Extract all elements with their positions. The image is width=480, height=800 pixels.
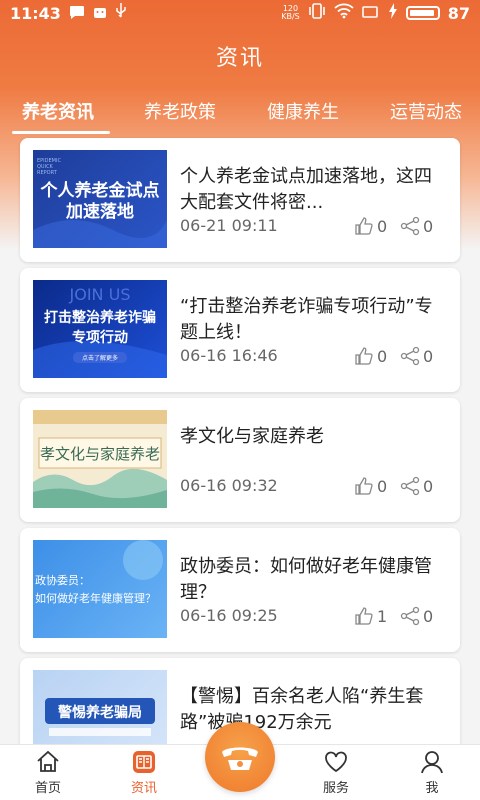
- tab-elderly-policy[interactable]: 养老政策: [144, 94, 216, 128]
- article-date: 06-16 09:32: [180, 476, 278, 495]
- article-title: 孝文化与家庭养老: [180, 426, 324, 447]
- message-icon: [69, 4, 85, 23]
- article-card[interactable]: EPIDEMIC QUICK REPORT 个人养老金试点 加速落地 个人养老金…: [20, 138, 460, 262]
- status-bar: 11:43 120 KB/S 87: [0, 0, 480, 26]
- screen-icon: [361, 4, 380, 23]
- article-thumbnail: 政协委员： 如何做好老年健康管理？: [33, 540, 167, 638]
- status-time: 11:43: [10, 3, 61, 23]
- svg-text:加速落地: 加速落地: [65, 201, 134, 222]
- thumbs-up-icon: [355, 347, 373, 365]
- news-icon: [133, 751, 155, 773]
- svg-text:点击了解更多: 点击了解更多: [82, 354, 118, 362]
- nav-news-label: 资讯: [130, 781, 157, 796]
- share-button[interactable]: 0: [400, 476, 433, 496]
- article-card[interactable]: JOIN US 打击整治养老诈骗 专项行动 点击了解更多 “打击整治养老诈骗专项…: [20, 268, 460, 392]
- like-count: 0: [377, 476, 388, 496]
- share-button[interactable]: 0: [400, 216, 433, 236]
- share-icon: [400, 476, 420, 496]
- article-title: “打击整治养老诈骗专项行动”专题上线！: [180, 296, 433, 343]
- thumbs-up-icon: [355, 217, 373, 235]
- share-button[interactable]: 0: [400, 346, 433, 366]
- share-count: 0: [423, 476, 434, 496]
- article-card[interactable]: 政协委员： 如何做好老年健康管理？ 政协委员：如何做好老年健康管理？ 06-16…: [20, 528, 460, 652]
- nav-home-label: 首页: [34, 781, 61, 796]
- article-card[interactable]: 孝文化与家庭养老 孝文化与家庭养老 06-16 09:32 0 0: [20, 398, 460, 522]
- svg-text:孝文化与家庭养老: 孝文化与家庭养老: [40, 445, 160, 463]
- thumbs-up-icon: [355, 477, 373, 495]
- like-count: 0: [377, 216, 388, 236]
- like-count: 0: [377, 346, 388, 366]
- share-count: 0: [423, 606, 434, 626]
- home-icon: [37, 750, 59, 772]
- person-icon: [421, 751, 443, 774]
- article-date: 06-16 09:25: [180, 606, 278, 625]
- like-button[interactable]: 0: [354, 476, 387, 496]
- android-icon: [92, 4, 108, 23]
- share-icon: [400, 606, 420, 626]
- battery-icon: [405, 6, 440, 20]
- share-icon: [400, 346, 420, 366]
- vibrate-icon: [308, 3, 326, 23]
- like-button[interactable]: 0: [354, 216, 387, 236]
- article-thumbnail: EPIDEMIC QUICK REPORT 个人养老金试点 加速落地: [33, 150, 167, 248]
- share-button[interactable]: 0: [400, 606, 433, 626]
- tab-health[interactable]: 健康养生: [267, 94, 339, 128]
- nav-service-label: 服务: [322, 781, 349, 796]
- share-count: 0: [423, 346, 434, 366]
- nav-me[interactable]: 我: [402, 749, 462, 796]
- tab-operations[interactable]: 运营动态: [390, 94, 462, 128]
- like-count: 1: [377, 606, 388, 626]
- nav-service[interactable]: 服务: [306, 749, 366, 796]
- article-date: 06-21 09:11: [180, 216, 278, 235]
- heart-icon: [325, 751, 347, 773]
- like-button[interactable]: 1: [354, 606, 387, 626]
- svg-text:如何做好老年健康管理？: 如何做好老年健康管理？: [35, 591, 156, 605]
- wifi-icon: [334, 3, 354, 23]
- charging-icon: [388, 3, 398, 23]
- nav-home[interactable]: 首页: [18, 749, 78, 796]
- article-thumbnail: JOIN US 打击整治养老诈骗 专项行动 点击了解更多: [33, 280, 167, 378]
- tab-elderly-news[interactable]: 养老资讯: [22, 94, 94, 128]
- nav-me-label: 我: [425, 781, 439, 796]
- usb-icon: [115, 3, 127, 23]
- svg-text:警惕养老骗局: 警惕养老骗局: [58, 704, 142, 721]
- nav-news[interactable]: 资讯: [114, 749, 174, 796]
- svg-text:打击整治养老诈骗: 打击整治养老诈骗: [44, 309, 156, 326]
- share-count: 0: [423, 216, 434, 236]
- active-tab-indicator: [12, 131, 110, 134]
- article-thumbnail: 孝文化与家庭养老: [33, 410, 167, 508]
- share-icon: [400, 216, 420, 236]
- svg-text:专项行动: 专项行动: [72, 329, 128, 346]
- article-title: 政协委员：如何做好老年健康管理？: [180, 556, 432, 603]
- battery-percent: 87: [447, 3, 470, 23]
- article-title: 个人养老金试点加速落地，这四大配套文件将密...: [180, 166, 432, 213]
- like-button[interactable]: 0: [354, 346, 387, 366]
- article-date: 06-16 16:46: [180, 346, 278, 365]
- page-title: 资讯: [215, 46, 264, 71]
- call-button[interactable]: [205, 722, 275, 792]
- svg-text:政协委员：: 政协委员：: [35, 573, 90, 587]
- network-speed: 120 KB/S: [281, 4, 300, 21]
- thumbs-up-icon: [355, 607, 373, 625]
- phone-icon: [222, 747, 258, 770]
- svg-text:JOIN US: JOIN US: [69, 285, 131, 304]
- svg-text:REPORT: REPORT: [37, 170, 58, 176]
- svg-text:个人养老金试点: 个人养老金试点: [40, 180, 160, 201]
